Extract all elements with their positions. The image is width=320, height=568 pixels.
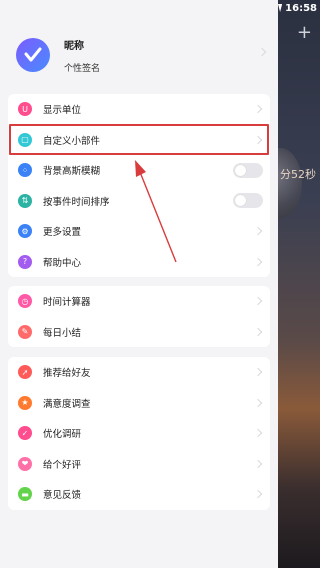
menu-item[interactable]: ★ 满意度调查 bbox=[8, 388, 270, 419]
menu-item[interactable]: ▢ 自定义小部件 bbox=[8, 125, 270, 156]
menu-item[interactable]: ❤ 给个好评 bbox=[8, 449, 270, 480]
toggle-switch[interactable] bbox=[233, 162, 263, 178]
feedback-icon: ▬ bbox=[18, 487, 32, 502]
menu-item[interactable]: ⚙ 更多设置 bbox=[8, 216, 270, 247]
menu-item-label: 显示单位 bbox=[43, 105, 82, 117]
menu-item-label: 意见反馈 bbox=[43, 490, 82, 502]
chevron-right-icon bbox=[257, 47, 267, 57]
avatar[interactable] bbox=[16, 38, 50, 72]
menu-item-label: 时间计算器 bbox=[43, 297, 91, 309]
toggle-knob bbox=[235, 164, 246, 176]
chevron-right-icon bbox=[253, 227, 263, 236]
widget-icon: ▢ bbox=[18, 132, 32, 147]
feedback-card: ➚ 推荐给好友 ★ 满意度调查 ✓ 优化调研 ❤ 给个好评 ▬ 意见反馈 bbox=[8, 357, 270, 510]
menu-item[interactable]: ⇅ 按事件时间排序 bbox=[8, 186, 270, 217]
menu-item-label: 更多设置 bbox=[43, 227, 82, 239]
tools-card: ◷ 时间计算器 ✎ 每日小结 bbox=[8, 286, 270, 347]
check-icon: ✓ bbox=[18, 426, 32, 441]
menu-item-label: 优化调研 bbox=[43, 429, 82, 441]
share-icon: ➚ bbox=[18, 365, 32, 380]
menu-item[interactable]: ✓ 优化调研 bbox=[8, 418, 270, 449]
chevron-right-icon bbox=[253, 135, 263, 144]
background-screen[interactable]: + 分52秒 bbox=[258, 0, 320, 568]
summary-icon: ✎ bbox=[18, 324, 32, 339]
menu-item[interactable]: ◷ 时间计算器 bbox=[8, 286, 270, 317]
chevron-right-icon bbox=[253, 368, 263, 377]
status-time: 16:58 bbox=[285, 2, 317, 14]
chevron-right-icon bbox=[253, 257, 263, 266]
check-logo-icon bbox=[24, 47, 42, 62]
sort-icon: ⇅ bbox=[18, 193, 32, 208]
chevron-right-icon bbox=[253, 327, 263, 336]
toggle-knob bbox=[235, 195, 246, 207]
menu-item-label: 给个好评 bbox=[43, 459, 82, 471]
menu-item[interactable]: U 显示单位 bbox=[8, 94, 270, 125]
menu-item-label: 自定义小部件 bbox=[43, 135, 101, 147]
menu-item[interactable]: ⁘ 背景高斯模糊 bbox=[8, 155, 270, 186]
clock-icon: ◷ bbox=[18, 294, 32, 309]
chevron-right-icon bbox=[253, 297, 263, 306]
settings-card: U 显示单位 ▢ 自定义小部件 ⁘ 背景高斯模糊 ⇅ 按事件时间排序 ⚙ 更多设置? 帮助中心 bbox=[8, 94, 270, 277]
add-icon[interactable]: + bbox=[297, 22, 312, 43]
wifi-icon bbox=[278, 4, 283, 12]
menu-item[interactable]: ▬ 意见反馈 bbox=[8, 479, 270, 510]
help-icon: ? bbox=[18, 254, 32, 269]
heart-icon: ❤ bbox=[18, 456, 32, 471]
menu-item-label: 背景高斯模糊 bbox=[43, 166, 101, 178]
gear-icon: ⚙ bbox=[18, 224, 32, 239]
signature: 个性签名 bbox=[64, 63, 101, 74]
chevron-right-icon bbox=[253, 490, 263, 499]
chevron-right-icon bbox=[253, 398, 263, 407]
side-drawer: 昵称 个性签名 U 显示单位 ▢ 自定义小部件 ⁘ 背景高斯模糊 ⇅ 按事件时间排序 ⚙ 更多设置… bbox=[0, 0, 278, 568]
menu-item-label: 满意度调查 bbox=[43, 398, 91, 410]
blur-icon: ⁘ bbox=[18, 163, 32, 178]
chevron-right-icon bbox=[253, 429, 263, 438]
menu-item[interactable]: ? 帮助中心 bbox=[8, 247, 270, 278]
nickname: 昵称 bbox=[64, 40, 84, 52]
star-icon: ★ bbox=[18, 395, 32, 410]
toggle-switch[interactable] bbox=[233, 193, 263, 209]
menu-item[interactable]: ➚ 推荐给好友 bbox=[8, 357, 270, 388]
chevron-right-icon bbox=[253, 105, 263, 114]
chevron-right-icon bbox=[253, 459, 263, 468]
menu-item-label: 推荐给好友 bbox=[43, 368, 91, 380]
status-bar: 16:58 bbox=[278, 0, 320, 16]
timer-fragment: 分52秒 bbox=[280, 168, 316, 181]
menu-item-label: 帮助中心 bbox=[43, 257, 82, 269]
profile-header[interactable]: 昵称 个性签名 bbox=[0, 26, 278, 84]
menu-item[interactable]: ✎ 每日小结 bbox=[8, 317, 270, 348]
menu-item-label: 每日小结 bbox=[43, 327, 82, 339]
menu-item-label: 按事件时间排序 bbox=[43, 196, 110, 208]
unit-icon: U bbox=[18, 102, 32, 117]
